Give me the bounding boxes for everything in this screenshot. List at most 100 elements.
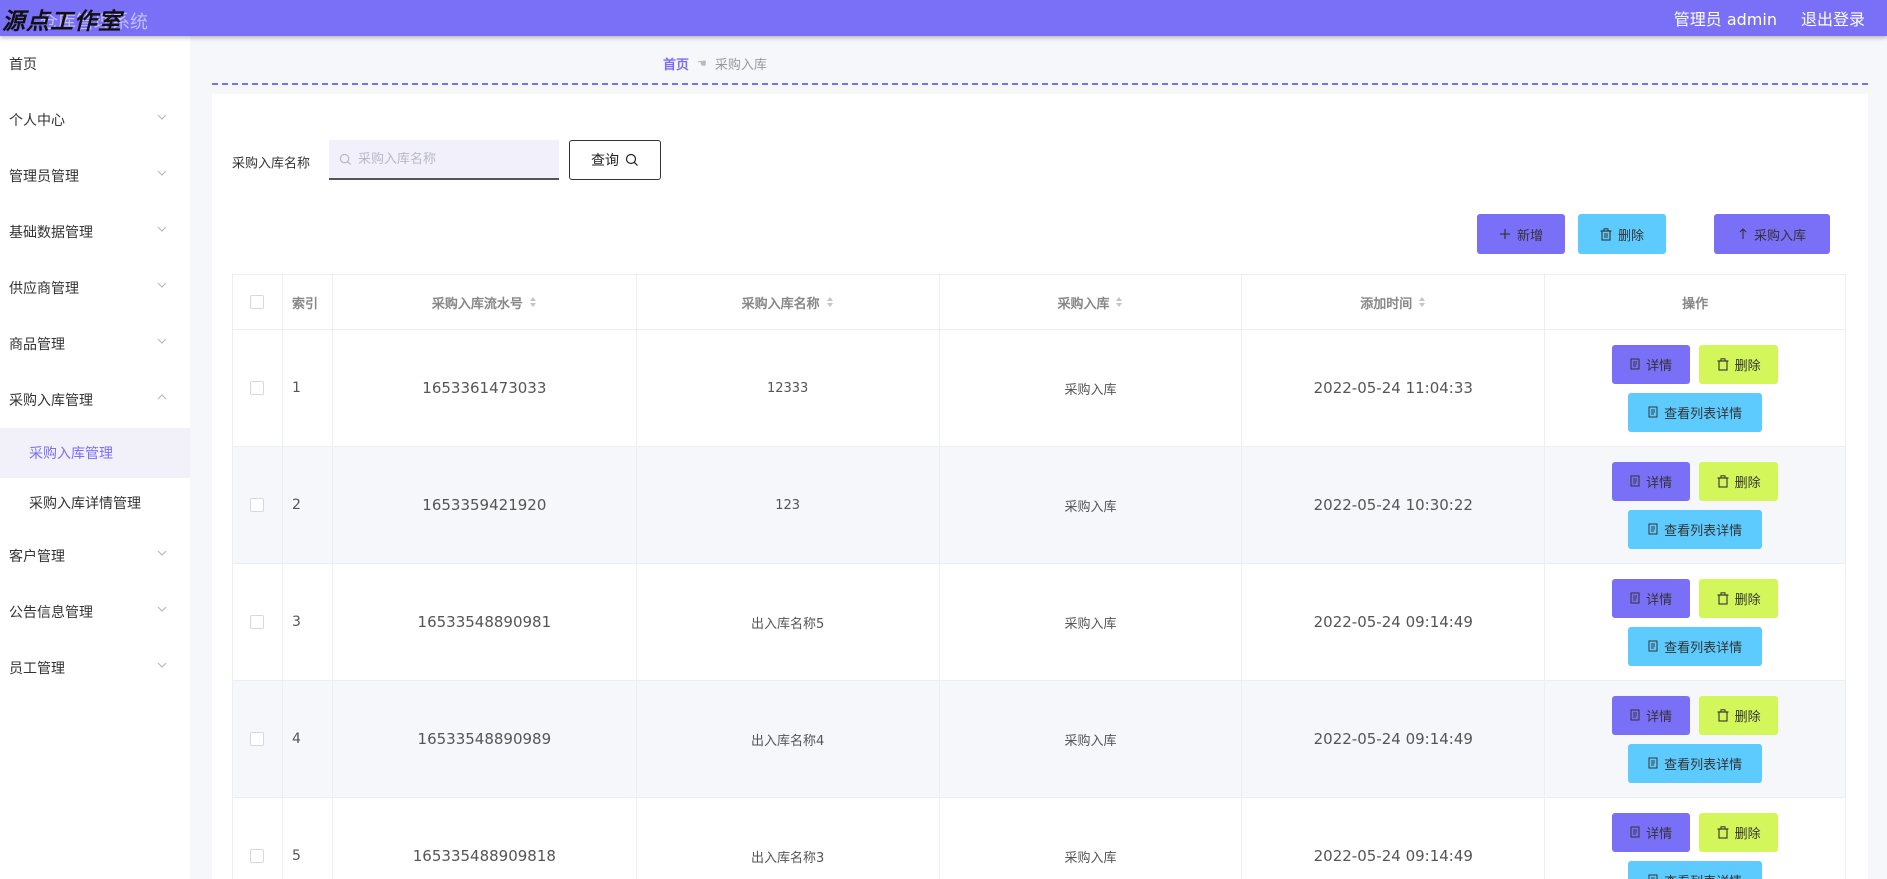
header-name[interactable]: 采购入库名称 <box>636 275 940 330</box>
sidebar-item-profile[interactable]: 个人中心 <box>0 92 190 148</box>
delete-button-label: 删除 <box>1734 709 1761 725</box>
list-detail-button[interactable]: 查看列表详情 <box>1628 626 1763 666</box>
row-name-value: 12333 <box>766 380 809 396</box>
sidebar-item-goods[interactable]: 商品管理 <box>0 316 190 372</box>
current-user: 管理员 admin <box>1673 10 1777 29</box>
document-icon <box>1630 592 1640 604</box>
query-button[interactable]: 查询 <box>569 140 661 180</box>
purchase-stock-in-button-label: 采购入库 <box>1753 228 1806 244</box>
list-detail-button[interactable]: 查看列表详情 <box>1628 509 1763 549</box>
row-checkbox[interactable] <box>250 498 265 512</box>
query-button-label: 查询 <box>591 153 619 169</box>
search-icon <box>339 153 352 165</box>
delete-button-label: 删除 <box>1734 358 1761 374</box>
table-row: 2 1653359421920 123 采购入库 2022-05-24 10:3… <box>233 447 1846 564</box>
row-checkbox[interactable] <box>250 732 265 746</box>
sort-icon[interactable] <box>529 296 537 308</box>
sidebar-item-basic-data[interactable]: 基础数据管理 <box>0 204 190 260</box>
sort-icon[interactable] <box>826 296 834 308</box>
sidebar-item-supplier[interactable]: 供应商管理 <box>0 260 190 316</box>
header-type[interactable]: 采购入库 <box>939 275 1243 330</box>
sidebar-subitem-label: 采购入库详情管理 <box>29 496 141 512</box>
sidebar-item-purchase-stock[interactable]: 采购入库管理 <box>0 372 190 428</box>
row-ops: 详情 删除 查看列表详情 <box>1545 681 1846 798</box>
add-button[interactable]: 新增 <box>1477 214 1565 254</box>
row-index-value: 4 <box>291 731 301 747</box>
sidebar-item-notice[interactable]: 公告信息管理 <box>0 584 190 640</box>
row-name: 123 <box>636 447 940 564</box>
row-name-value: 出入库名称3 <box>751 850 825 866</box>
row-name: 出入库名称5 <box>636 564 940 681</box>
row-index-value: 3 <box>291 614 301 630</box>
delete-button[interactable]: 删除 <box>1699 344 1779 384</box>
list-detail-button-label: 查看列表详情 <box>1664 640 1743 656</box>
delete-button[interactable]: 删除 <box>1699 812 1779 852</box>
sidebar-item-label: 员工管理 <box>9 661 65 677</box>
row-type-value: 采购入库 <box>1064 499 1117 515</box>
sort-icon[interactable] <box>1418 296 1426 308</box>
delete-button[interactable]: 删除 <box>1699 695 1779 735</box>
sidebar-item-label: 个人中心 <box>9 113 65 129</box>
row-checkbox[interactable] <box>250 381 265 395</box>
row-time: 2022-05-24 09:14:49 <box>1242 564 1546 681</box>
row-index: 4 <box>282 681 333 798</box>
breadcrumb-home[interactable]: 首页 <box>663 54 689 73</box>
detail-button-label: 详情 <box>1646 475 1673 491</box>
add-button-label: 新增 <box>1516 228 1543 244</box>
table-row: 3 16533548890981 出入库名称5 采购入库 2022-05-24 … <box>233 564 1846 681</box>
row-index-value: 1 <box>291 380 301 396</box>
select-all-checkbox[interactable] <box>250 295 265 309</box>
list-detail-button[interactable]: 查看列表详情 <box>1628 743 1763 783</box>
row-name: 出入库名称3 <box>637 798 940 879</box>
detail-button[interactable]: 详情 <box>1612 344 1691 384</box>
batch-delete-button-label: 删除 <box>1617 228 1644 244</box>
trash-icon <box>1717 474 1729 488</box>
row-time-value: 2022-05-24 09:14:49 <box>1313 613 1473 631</box>
row-type: 采购入库 <box>939 564 1243 681</box>
sidebar-item-staff[interactable]: 员工管理 <box>0 640 190 696</box>
list-detail-button[interactable]: 查看列表详情 <box>1628 860 1763 879</box>
batch-delete-button[interactable]: 删除 <box>1578 214 1666 254</box>
row-serial-value: 1653359421920 <box>422 496 547 514</box>
search-input[interactable] <box>358 151 548 167</box>
sidebar-item-label: 供应商管理 <box>9 281 79 297</box>
list-detail-button[interactable]: 查看列表详情 <box>1628 392 1763 432</box>
logout-link[interactable]: 退出登录 <box>1801 6 1865 30</box>
detail-button[interactable]: 详情 <box>1612 578 1691 618</box>
row-time: 2022-05-24 11:04:33 <box>1242 330 1546 447</box>
row-ops: 详情 删除 查看列表详情 <box>1545 330 1846 447</box>
list-detail-button-label: 查看列表详情 <box>1664 757 1743 773</box>
list-detail-button-label: 查看列表详情 <box>1664 871 1742 879</box>
detail-button[interactable]: 详情 <box>1612 812 1691 852</box>
header-time[interactable]: 添加时间 <box>1242 275 1546 330</box>
sidebar-subitem-purchase-stock-manage[interactable]: 采购入库管理 <box>0 428 190 478</box>
delete-button[interactable]: 删除 <box>1699 461 1779 501</box>
sidebar-item-admin[interactable]: 管理员管理 <box>0 148 190 204</box>
row-name-value: 123 <box>775 497 801 513</box>
sidebar-subitem-purchase-stock-detail[interactable]: 采购入库详情管理 <box>0 478 190 528</box>
sidebar-item-home[interactable]: 首页 <box>0 36 190 92</box>
header-checkbox-cell <box>233 275 283 330</box>
header-serial[interactable]: 采购入库流水号 <box>332 275 637 330</box>
delete-button-label: 删除 <box>1734 475 1761 491</box>
row-checkbox[interactable] <box>250 849 265 863</box>
row-ops: 详情 删除 查看列表详情 <box>1545 447 1846 564</box>
sidebar-item-label: 公告信息管理 <box>9 605 93 621</box>
delete-button[interactable]: 删除 <box>1699 578 1779 618</box>
sort-icon[interactable] <box>1115 296 1123 308</box>
detail-button[interactable]: 详情 <box>1612 695 1691 735</box>
row-type-value: 采购入库 <box>1064 733 1117 749</box>
row-name-value: 出入库名称5 <box>751 616 825 632</box>
row-checkbox[interactable] <box>250 615 265 629</box>
detail-button-label: 详情 <box>1646 358 1673 374</box>
chevron-down-icon <box>157 550 167 556</box>
sidebar-item-label: 管理员管理 <box>9 169 79 185</box>
sidebar-item-label: 客户管理 <box>9 549 65 565</box>
document-icon <box>1648 523 1658 535</box>
detail-button[interactable]: 详情 <box>1612 461 1691 501</box>
purchase-stock-in-button[interactable]: 采购入库 <box>1714 214 1830 254</box>
search-field[interactable] <box>329 140 559 180</box>
row-time: 2022-05-24 09:14:49 <box>1242 681 1546 798</box>
row-ops: 详情 删除 查看列表详情 <box>1545 564 1846 681</box>
sidebar-item-customer[interactable]: 客户管理 <box>0 528 190 584</box>
